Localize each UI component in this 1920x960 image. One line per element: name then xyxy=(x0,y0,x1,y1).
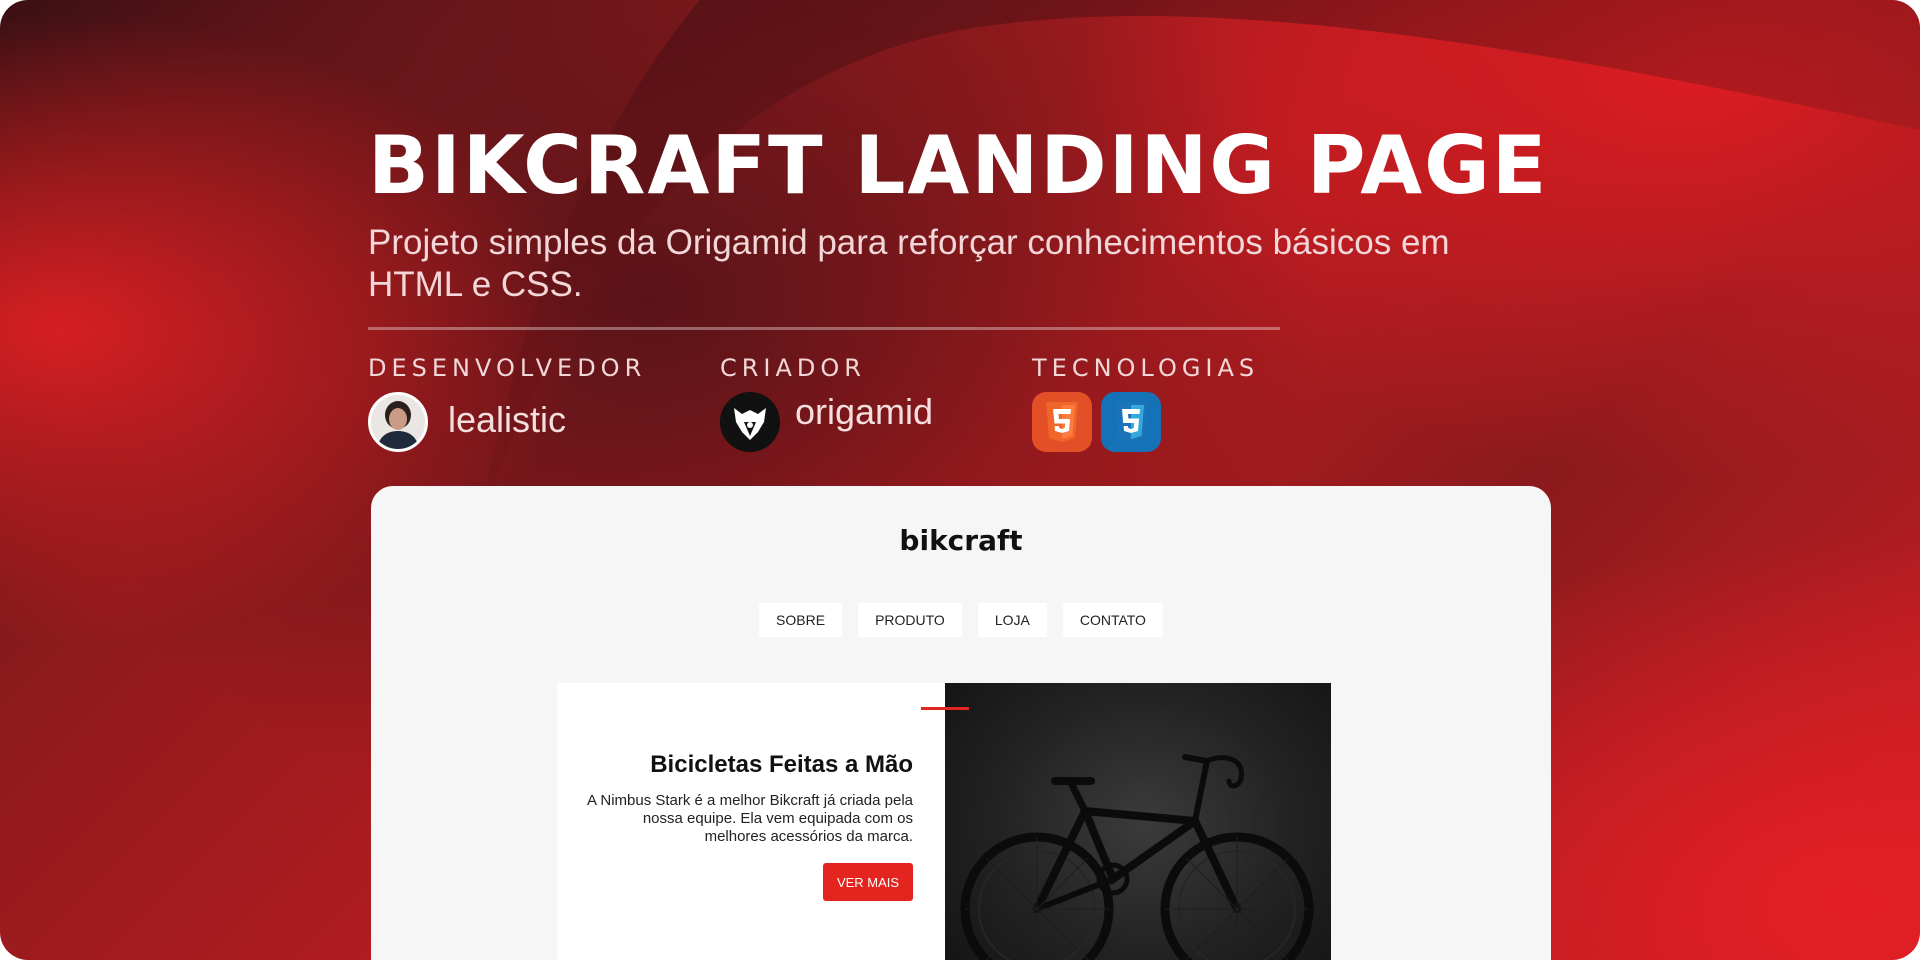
preview-logo[interactable]: bikcraft xyxy=(371,524,1551,557)
nav-item-loja[interactable]: LOJA xyxy=(977,603,1047,637)
intro-title: Bicicletas Feitas a Mão xyxy=(650,751,913,778)
page-title: BIKCRAFT LANDING PAGE xyxy=(368,119,1549,212)
developer-label: DESENVOLVEDOR xyxy=(368,354,647,382)
page-subtitle: Projeto simples da Origamid para reforça… xyxy=(368,223,1450,304)
bicycle-image xyxy=(945,683,1331,960)
creator-label: CRIADOR xyxy=(720,354,866,382)
creator-name[interactable]: origamid xyxy=(795,391,933,433)
origamid-logo-icon xyxy=(720,392,780,452)
technologies-label: TECNOLOGIAS xyxy=(1032,354,1260,382)
nav-item-contato[interactable]: CONTATO xyxy=(1062,603,1163,637)
site-preview-card: bikcraft SOBRE PRODUTO LOJA CONTATO Bici… xyxy=(371,486,1551,960)
ver-mais-button[interactable]: VER MAIS xyxy=(823,863,913,901)
nav-item-produto[interactable]: PRODUTO xyxy=(858,603,962,637)
nav-item-sobre[interactable]: SOBRE xyxy=(759,603,843,637)
intro-section: Bicicletas Feitas a Mão A Nimbus Stark é… xyxy=(557,683,1331,960)
intro-description: A Nimbus Stark é a melhor Bikcraft já cr… xyxy=(587,792,913,845)
banner: BIKCRAFT LANDING PAGE Projeto simples da… xyxy=(0,0,1920,960)
developer-name[interactable]: lealistic xyxy=(448,399,566,441)
divider xyxy=(368,327,1280,330)
intro-text-block: Bicicletas Feitas a Mão A Nimbus Stark é… xyxy=(557,683,969,960)
css3-icon xyxy=(1101,392,1161,452)
html5-icon xyxy=(1032,392,1092,452)
accent-line xyxy=(921,707,969,710)
developer-avatar xyxy=(368,392,428,452)
preview-nav: SOBRE PRODUTO LOJA CONTATO xyxy=(371,603,1551,637)
